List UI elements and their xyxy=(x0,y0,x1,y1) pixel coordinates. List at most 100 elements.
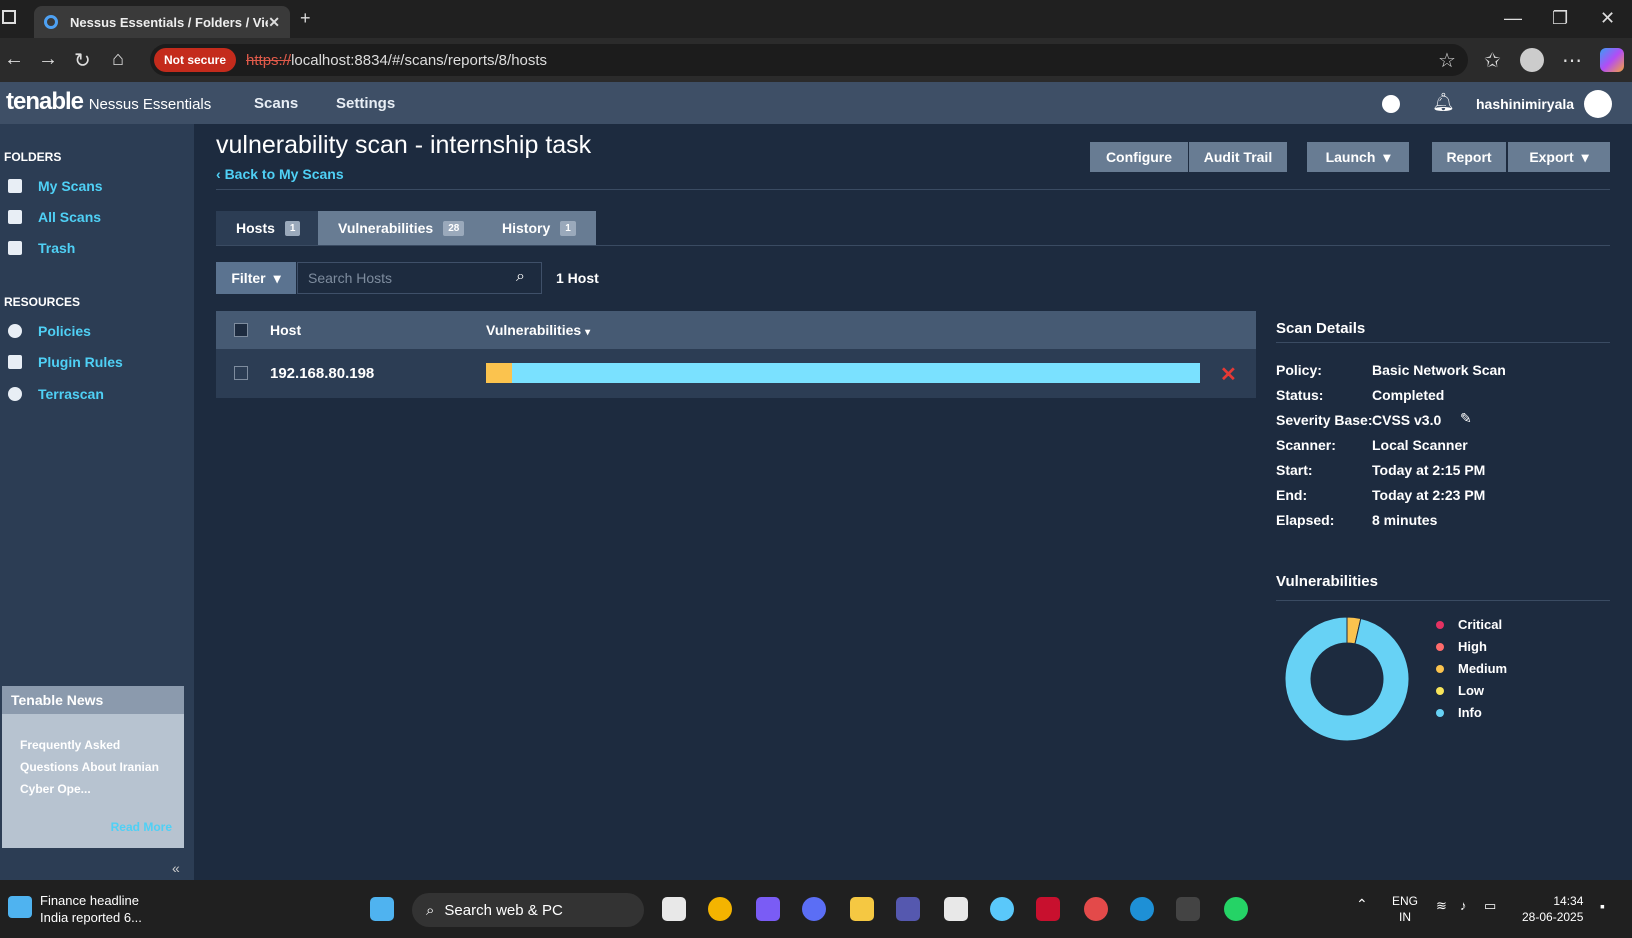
page-title: vulnerability scan - internship task xyxy=(216,131,592,159)
resources-heading: RESOURCES xyxy=(4,295,81,309)
battery-icon[interactable]: ▭ xyxy=(1484,898,1496,914)
delete-host-icon[interactable]: ✕ xyxy=(1220,362,1237,387)
audit-trail-button[interactable]: Audit Trail xyxy=(1189,142,1287,172)
tab-history[interactable]: History 1 xyxy=(482,211,596,245)
copilot-icon[interactable] xyxy=(1600,48,1624,72)
divider xyxy=(1276,600,1610,601)
terminal-icon[interactable] xyxy=(1176,897,1200,921)
file-explorer-icon[interactable] xyxy=(850,897,874,921)
news-text[interactable]: Frequently Asked Questions About Iranian… xyxy=(2,714,184,820)
sidebar-toggle-icon[interactable] xyxy=(2,10,16,24)
url-bar[interactable]: Not secure https://localhost:8834/#/scan… xyxy=(150,44,1468,76)
search-icon: ⌕ xyxy=(426,901,435,919)
tab-favicon-icon xyxy=(44,15,58,29)
nav-settings[interactable]: Settings xyxy=(336,95,395,112)
nav-scans[interactable]: Scans xyxy=(254,95,298,112)
search-hosts-input[interactable] xyxy=(297,262,542,294)
row-checkbox[interactable] xyxy=(234,366,248,380)
collapse-sidebar-icon[interactable]: « xyxy=(172,860,180,876)
clock[interactable]: 14:34 28-06-2025 xyxy=(1522,893,1583,925)
terrascan-icon xyxy=(8,387,22,401)
configure-button[interactable]: Configure xyxy=(1090,142,1188,172)
username[interactable]: hashinimiryala xyxy=(1476,96,1574,112)
legend-info[interactable]: Info xyxy=(1436,705,1482,720)
back-icon[interactable]: ← xyxy=(4,48,24,71)
select-all-checkbox[interactable] xyxy=(234,323,248,337)
status-icon[interactable] xyxy=(1382,95,1400,113)
minimize-icon[interactable]: — xyxy=(1504,8,1522,29)
profile-icon[interactable] xyxy=(1520,48,1544,72)
detail-key: Severity Base: xyxy=(1276,412,1373,428)
column-host[interactable]: Host xyxy=(270,322,301,338)
vulnerability-donut-chart[interactable] xyxy=(1280,612,1414,746)
forward-icon[interactable]: → xyxy=(38,48,58,71)
tray-chevron-icon[interactable]: ⌃ xyxy=(1356,896,1368,913)
sidebar-item-plugin-rules[interactable]: Plugin Rules xyxy=(8,354,123,370)
legend-high[interactable]: High xyxy=(1436,639,1487,654)
donut-slice-info[interactable] xyxy=(1284,616,1410,742)
close-window-icon[interactable]: ✕ xyxy=(1600,8,1615,29)
trash-icon xyxy=(8,241,22,255)
back-link[interactable]: ‹ Back to My Scans xyxy=(216,166,344,182)
vulnerability-bar-info[interactable] xyxy=(486,363,1200,383)
favorite-star-icon[interactable]: ☆ xyxy=(1438,48,1456,73)
tenable-logo[interactable]: tenable Nessus Essentials xyxy=(6,88,211,116)
legend-medium[interactable]: Medium xyxy=(1436,661,1507,676)
export-button[interactable]: Export ▾ xyxy=(1508,142,1610,172)
detail-key: Elapsed: xyxy=(1276,512,1335,528)
discord-icon[interactable] xyxy=(802,897,826,921)
copilot-app-icon[interactable] xyxy=(756,897,780,921)
favorites-icon[interactable]: ✩ xyxy=(1484,48,1501,73)
sidebar-item-policies[interactable]: Policies xyxy=(8,323,91,339)
sidebar-item-trash[interactable]: Trash xyxy=(8,240,75,256)
start-icon[interactable] xyxy=(370,897,394,921)
tab-vulnerabilities[interactable]: Vulnerabilities 28 xyxy=(318,211,485,245)
legend-low[interactable]: Low xyxy=(1436,683,1484,698)
host-ip[interactable]: 192.168.80.198 xyxy=(270,365,374,382)
store-icon[interactable] xyxy=(944,897,968,921)
teams-icon[interactable] xyxy=(896,897,920,921)
search-icon[interactable]: ⌕ xyxy=(516,268,525,286)
scan-details-heading: Scan Details xyxy=(1276,320,1366,337)
sidebar-item-terrascan[interactable]: Terrascan xyxy=(8,386,104,402)
report-button[interactable]: Report xyxy=(1432,142,1506,172)
avatar[interactable] xyxy=(1584,90,1612,118)
news-widget-icon[interactable] xyxy=(8,896,32,918)
mcafee-icon[interactable] xyxy=(1036,897,1060,921)
not-secure-badge[interactable]: Not secure xyxy=(154,48,237,72)
chrome-profile-icon[interactable] xyxy=(1084,897,1108,921)
detail-start: Today at 2:15 PM xyxy=(1372,462,1486,478)
bell-icon[interactable]: 🔔︎ xyxy=(1432,92,1455,113)
chrome-icon[interactable] xyxy=(708,897,732,921)
detail-severity-base: CVSS v3.0 xyxy=(1372,412,1442,428)
detail-key: End: xyxy=(1276,487,1308,503)
more-menu-icon[interactable]: ⋯ xyxy=(1562,48,1582,73)
wifi-icon[interactable]: ≋ xyxy=(1436,898,1447,914)
sidebar-item-all-scans[interactable]: All Scans xyxy=(8,209,101,225)
legend-critical[interactable]: Critical xyxy=(1436,617,1502,632)
home-icon[interactable]: ⌂ xyxy=(112,48,124,71)
edit-pencil-icon[interactable]: ✎ xyxy=(1460,410,1472,427)
task-view-icon[interactable] xyxy=(662,897,686,921)
filter-button[interactable]: Filter ▾ xyxy=(216,262,296,294)
read-more-link[interactable]: Read More xyxy=(111,820,172,834)
refresh-icon[interactable]: ↻ xyxy=(74,48,91,73)
maximize-icon[interactable]: ❐ xyxy=(1552,8,1568,29)
launch-button[interactable]: Launch ▾ xyxy=(1307,142,1409,172)
new-tab-icon[interactable]: + xyxy=(300,8,311,29)
news-widget[interactable]: Finance headline India reported 6... xyxy=(40,892,142,926)
browser-tab[interactable]: Nessus Essentials / Folders / View ✕ xyxy=(34,6,290,38)
language-indicator[interactable]: ENG IN xyxy=(1392,893,1418,925)
tab-hosts[interactable]: Hosts 1 xyxy=(216,211,321,245)
edge-icon[interactable] xyxy=(1130,897,1154,921)
tab-close-icon[interactable]: ✕ xyxy=(268,14,280,31)
notification-icon[interactable]: ▪ xyxy=(1600,898,1605,914)
app-icon[interactable] xyxy=(990,897,1014,921)
vulnerability-bar-medium[interactable] xyxy=(486,363,512,383)
detail-key: Policy: xyxy=(1276,362,1322,378)
volume-icon[interactable]: ♪ xyxy=(1460,898,1467,913)
sidebar-item-my-scans[interactable]: My Scans xyxy=(8,178,103,194)
whatsapp-icon[interactable] xyxy=(1224,897,1248,921)
column-vulnerabilities[interactable]: Vulnerabilities ▾ xyxy=(486,322,590,338)
taskbar-search[interactable]: ⌕ Search web & PC xyxy=(412,893,644,927)
